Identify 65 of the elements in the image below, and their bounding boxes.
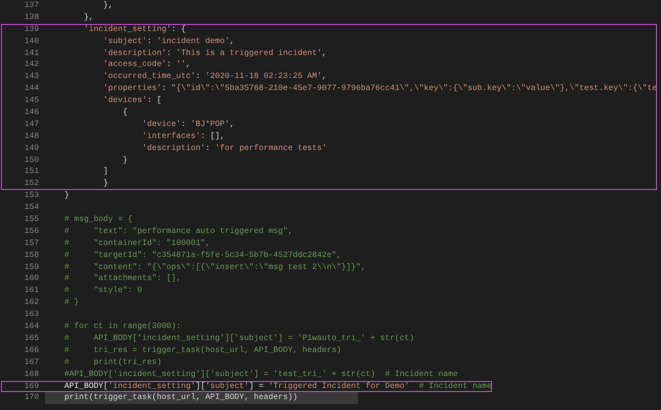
code-line: # msg_body = {	[63, 214, 132, 226]
line-number: 167	[23, 356, 40, 369]
code-line: # "attachments": [],	[63, 273, 181, 286]
line-number: 169	[23, 380, 40, 392]
code-line: }	[122, 154, 128, 166]
code-line: ]	[102, 166, 108, 178]
code-line: API_BODY['incident_setting']['subject'] = 'Triggered Incident for Demo' # Incident name	[63, 380, 492, 392]
line-number: 146	[23, 107, 40, 119]
line-number: 156	[23, 226, 40, 238]
line-number: 152	[23, 178, 40, 190]
line-number: 145	[23, 95, 40, 108]
line-number: 157	[23, 238, 40, 250]
line-number: 161	[23, 285, 40, 298]
line-number: 159	[23, 262, 40, 274]
line-number: 153	[23, 190, 40, 202]
line-number: 138	[23, 12, 40, 24]
line-number: 149	[23, 142, 40, 155]
code-line: 'description': 'for performance tests'	[141, 142, 327, 155]
code-line: 'devices': [	[102, 95, 162, 108]
code-line: # "targetId": "c354871a-f5fe-5c34-5b7b-4527ddc2842e",	[63, 250, 342, 262]
code-line: }	[63, 190, 70, 202]
line-number: 154	[23, 202, 40, 214]
line-number: 163	[23, 309, 40, 322]
line-number: 140	[23, 36, 40, 48]
code-line: # "style": 0	[63, 285, 142, 298]
line-number: 158	[23, 250, 40, 262]
code-line: # for ct in range(3000):	[63, 321, 181, 333]
line-number: 162	[23, 297, 40, 310]
line-number: 144	[23, 83, 40, 96]
code-line: 'properties': "{\"id\":\"5ba35768-210e-45e7-9077-9796ba76cc41\",\"key\":{\"sub.key\":\"value\"},\"test.key\":{\"te	[102, 83, 658, 96]
code-line: 'description': 'This is a triggered incident',	[102, 48, 327, 60]
code-line: # print(tri_res)	[63, 356, 162, 369]
line-number: 164	[23, 321, 40, 333]
line-number: 151	[23, 166, 40, 178]
code-line: {	[122, 107, 128, 119]
code-line: 'incident_setting': {	[82, 24, 186, 36]
code-line: },	[102, 0, 113, 12]
code-line: # "containerId": "100001",	[63, 238, 210, 250]
code-line: # API_BODY['incident_setting']['subject'] = 'P1wauto_tri_' + str(ct)	[63, 332, 414, 345]
code-line: #API_BODY['incident_setting']['subject'] = 'test_tri_' + str(ct) # Incident name	[63, 368, 458, 380]
code-line: # }	[63, 297, 79, 310]
line-number: 147	[23, 118, 40, 131]
line-number: 150	[23, 154, 40, 166]
code-line: 'subject': 'incident demo',	[102, 36, 234, 48]
code-line: 'device': 'BJ*POP',	[141, 118, 234, 131]
code-line: }	[102, 178, 108, 190]
line-number: 166	[23, 344, 40, 357]
code-line: 'interfaces': [],	[141, 130, 225, 143]
line-number: 143	[23, 71, 40, 84]
line-number: 148	[23, 130, 40, 143]
line-number: 141	[23, 48, 40, 60]
code-line: # tri_res = trigger_task(host_url, API_BODY, headers)	[63, 344, 342, 357]
line-number: 160	[23, 273, 40, 286]
code-line: 'occurred_time_utc': '2020-11-18 02:23:25 AM',	[102, 71, 327, 84]
line-number: 137	[23, 0, 40, 12]
line-number: 142	[23, 59, 40, 72]
code-line: # "content": "{\"ops\":[{\"insert\":\"msg test 2\\n\"}]}",	[63, 262, 366, 274]
line-number: 165	[23, 332, 40, 345]
code-line: 'access_code': '',	[102, 59, 191, 72]
code-line: # "text": "performance auto triggered msg",	[63, 226, 293, 238]
line-number: 155	[23, 214, 40, 226]
line-number: 168	[23, 368, 40, 380]
line-number: 139	[23, 24, 40, 36]
code-line: },	[82, 12, 94, 24]
line-number: 170	[23, 392, 40, 404]
